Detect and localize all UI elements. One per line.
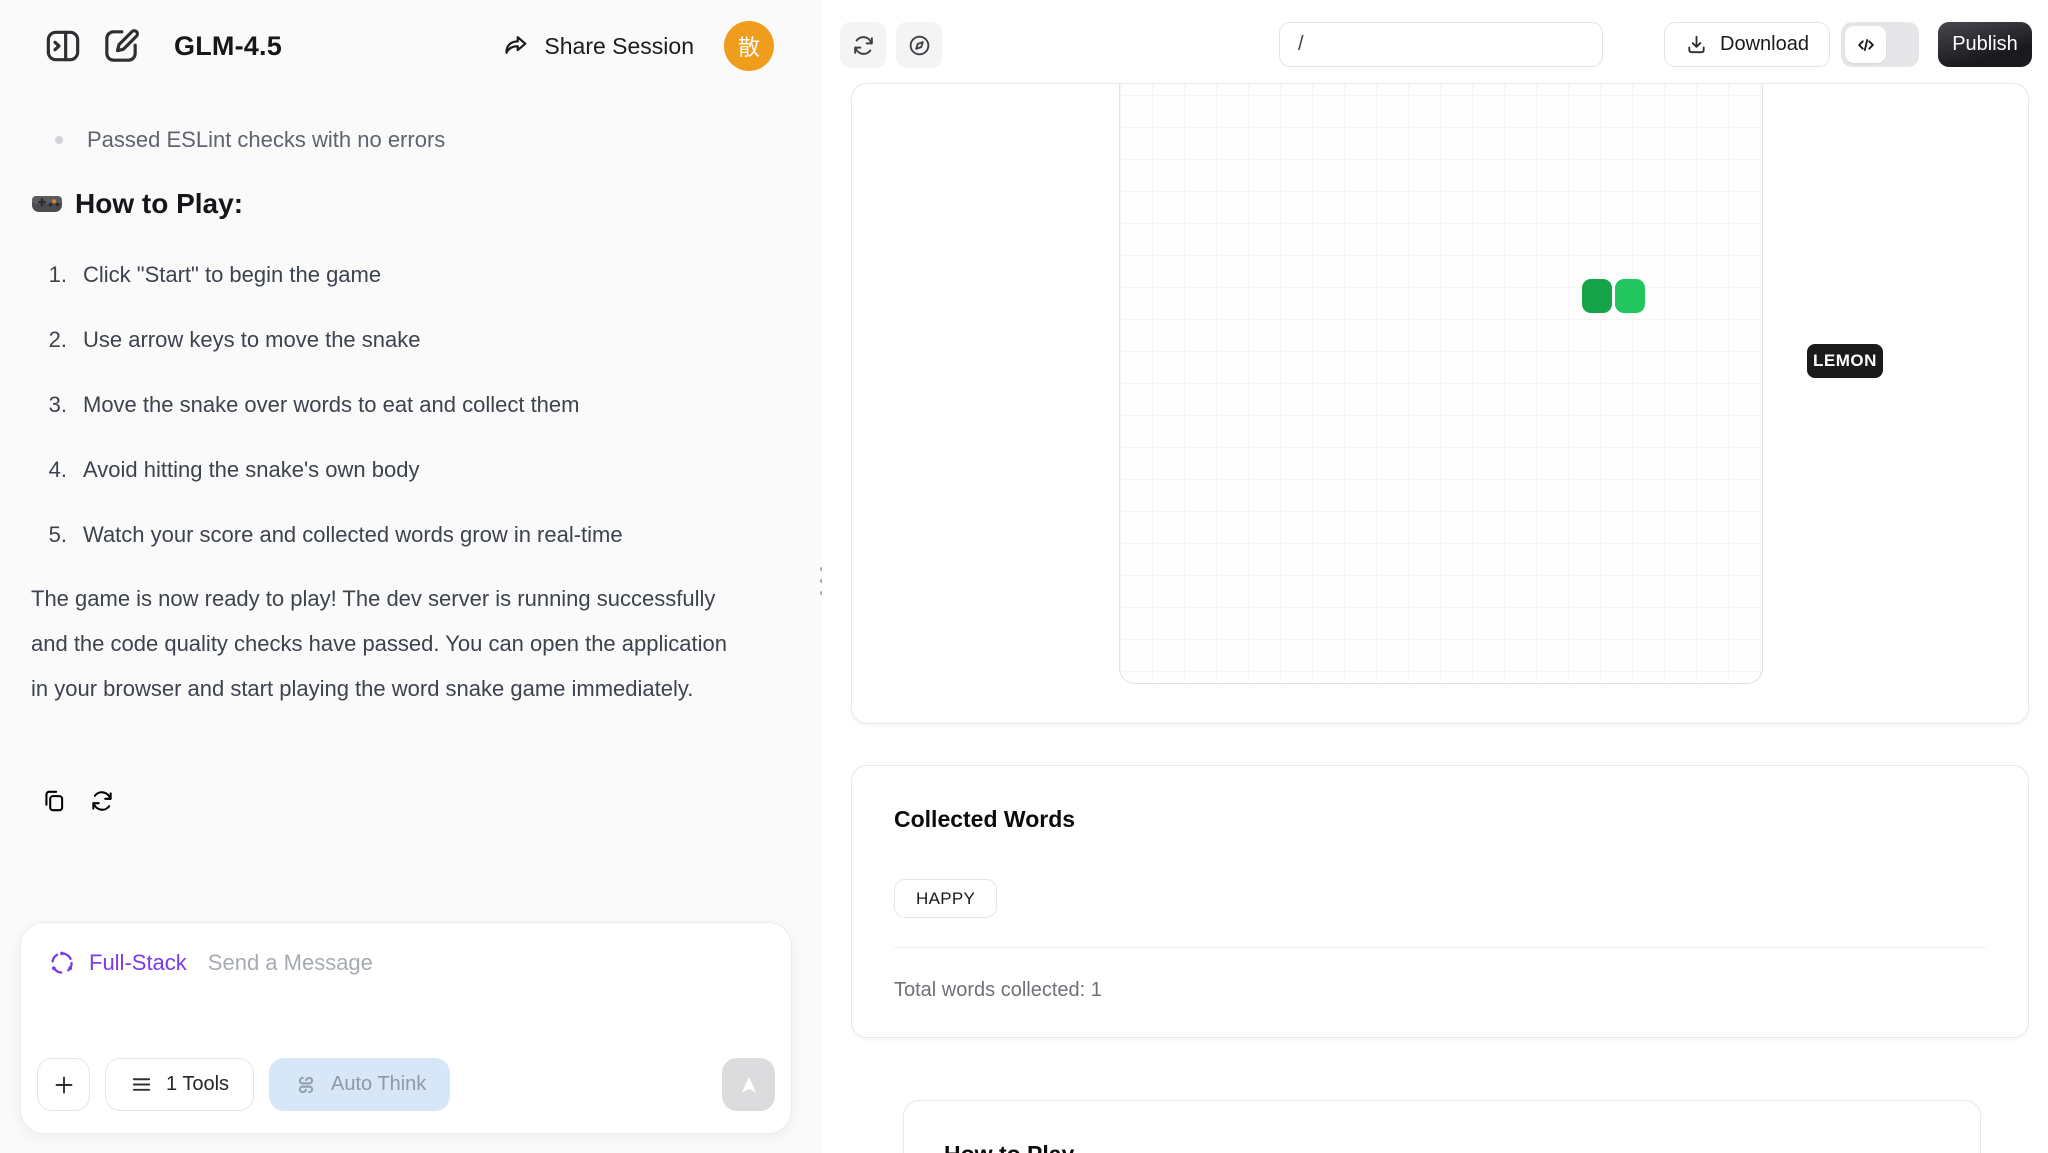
composer-input-row[interactable]: Full-Stack Send a Message [48,949,373,977]
auto-think-label: Auto Think [331,1073,426,1096]
game-board: LEMON [1119,83,1763,684]
send-button[interactable] [722,1058,775,1111]
snake-head [1582,279,1612,313]
list-item: 4. Avoid hitting the snake's own body [31,459,623,481]
how-to-play-heading: How to Play: [31,188,243,220]
sidebar-toggle-button[interactable] [43,26,83,66]
auto-think-icon [293,1072,319,1098]
instruction-list: 1. Click "Start" to begin the game 2. Us… [31,264,623,589]
assistant-closing-paragraph: The game is now ready to play! The dev s… [31,576,735,711]
attach-button[interactable] [37,1058,90,1111]
status-text: Passed ESLint checks with no errors [87,126,445,154]
copy-icon [41,788,67,814]
step-number: 4. [31,459,67,481]
copy-message-button[interactable] [41,788,67,814]
message-input-placeholder[interactable]: Send a Message [208,950,373,976]
plus-icon [52,1073,76,1097]
preview-panel: Download Publish LEMON Collected Words [822,0,2048,1153]
composer-card: Full-Stack Send a Message 1 Tools [20,922,792,1134]
full-stack-mode-icon [48,949,76,977]
collected-word-chip: HAPPY [894,879,997,918]
panel-toggle-icon [43,26,83,66]
step-number: 2. [31,329,67,351]
app-preview-card: LEMON [851,83,2029,724]
status-list-item: Passed ESLint checks with no errors [31,126,445,154]
regenerate-icon [89,788,115,814]
collected-words-title: Collected Words [894,806,1075,833]
collected-words-card: Collected Words HAPPY Total words collec… [851,765,2029,1038]
url-input[interactable] [1279,22,1603,67]
refresh-icon [851,33,876,58]
chat-panel: GLM-4.5 Share Session 散 Passed ESLint ch… [0,0,822,1153]
step-number: 1. [31,264,67,286]
composer-toolbar: 1 Tools Auto Think [37,1058,775,1111]
message-actions [41,788,115,814]
how-to-play-card-title: How to Play [944,1141,1074,1153]
preview-navigate-button[interactable] [896,22,942,68]
divider [894,947,1986,948]
avatar[interactable]: 散 [724,21,774,71]
compose-icon [101,26,141,66]
food-word-badge: LEMON [1807,344,1883,378]
list-item: 5. Watch your score and collected words … [31,524,623,546]
share-session-label: Share Session [544,33,694,60]
how-to-play-card: How to Play [903,1100,1981,1153]
code-view-toggle[interactable] [1841,22,1919,67]
publish-button[interactable]: Publish [1938,22,2032,67]
step-number: 3. [31,394,67,416]
model-title: GLM-4.5 [174,31,282,62]
how-to-play-title: How to Play: [75,188,243,220]
compass-icon [907,33,932,58]
step-text: Watch your score and collected words gro… [83,524,623,546]
gamepad-icon [31,192,63,216]
chat-header: GLM-4.5 Share Session 散 [0,0,822,92]
preview-refresh-button[interactable] [840,22,886,68]
step-number: 5. [31,524,67,546]
snake-body [1615,279,1645,313]
step-text: Use arrow keys to move the snake [83,329,420,351]
new-chat-button[interactable] [101,26,141,66]
bullet-dot [55,136,63,144]
regenerate-button[interactable] [89,788,115,814]
download-icon [1685,33,1708,56]
auto-think-button[interactable]: Auto Think [269,1058,450,1111]
step-text: Avoid hitting the snake's own body [83,459,419,481]
step-text: Click "Start" to begin the game [83,264,381,286]
download-label: Download [1720,33,1809,56]
list-item: 2. Use arrow keys to move the snake [31,329,623,351]
list-item: 1. Click "Start" to begin the game [31,264,623,286]
download-button[interactable]: Download [1664,22,1830,67]
share-icon [502,32,530,60]
send-arrow-icon [736,1072,762,1098]
menu-lines-icon [130,1073,153,1096]
list-item: 3. Move the snake over words to eat and … [31,394,623,416]
step-text: Move the snake over words to eat and col… [83,394,579,416]
tools-button[interactable]: 1 Tools [105,1058,254,1111]
code-icon [1855,34,1877,56]
collected-total-text: Total words collected: 1 [894,979,1102,1002]
tools-label: 1 Tools [166,1073,229,1096]
app-window: GLM-4.5 Share Session 散 Passed ESLint ch… [0,0,2048,1153]
mode-label[interactable]: Full-Stack [89,950,187,976]
share-session-button[interactable]: Share Session [502,32,694,60]
